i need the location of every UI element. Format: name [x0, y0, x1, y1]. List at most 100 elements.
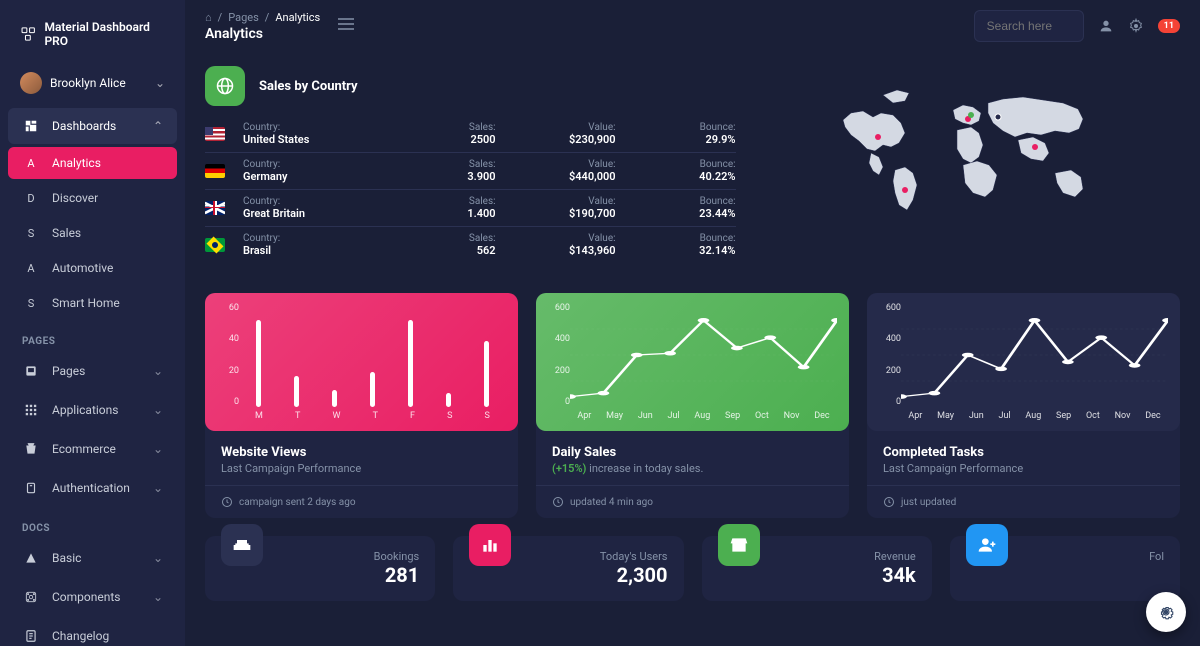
bar	[332, 390, 337, 407]
chart-area: 6040200 MTWTFSS	[205, 293, 518, 431]
globe-icon	[205, 66, 245, 106]
brand-logo-icon	[20, 25, 36, 43]
settings-fab[interactable]	[1146, 592, 1186, 632]
brand: Material Dashboard PRO	[8, 12, 177, 64]
chart-card-daily-sales: 6004002000 AprMayJunJulAugSepOctNovDec D…	[536, 293, 849, 518]
stat-value: 34k	[874, 563, 916, 587]
clock-icon	[221, 496, 233, 508]
nav-label: Discover	[52, 191, 98, 205]
chevron-down-icon: ⌄	[153, 551, 163, 565]
sidebar-item-pages[interactable]: Pages⌄	[8, 353, 177, 389]
sidebar-item-smart-home[interactable]: SSmart Home	[8, 287, 177, 319]
breadcrumb-current: Analytics	[275, 11, 320, 24]
sidebar-item-components[interactable]: Components⌄	[8, 579, 177, 615]
breadcrumb: ⌂ / Pages / Analytics	[205, 11, 320, 24]
settings-icon[interactable]	[1128, 18, 1144, 34]
bar	[256, 320, 261, 407]
chevron-down-icon: ⌄	[153, 403, 163, 417]
pages-icon	[22, 362, 40, 380]
chart-card-website-views: 6040200 MTWTFSS Website Views Last Campa…	[205, 293, 518, 518]
nav-label: Analytics	[52, 156, 101, 170]
chart-area: 6004002000 AprMayJunJulAugSepOctNovDec	[867, 293, 1180, 431]
basic-icon	[22, 549, 40, 567]
chart-footer: just updated	[867, 485, 1180, 518]
stat-card-revenue: Revenue 34k	[702, 536, 932, 601]
notification-badge[interactable]: 11	[1158, 19, 1180, 33]
chart-plot: AprMayJunJulAugSepOctNovDec	[570, 303, 837, 421]
chart-subtitle: Last Campaign Performance	[883, 462, 1164, 475]
stat-label: Today's Users	[600, 550, 668, 563]
chart-plot: AprMayJunJulAugSepOctNovDec	[901, 303, 1168, 421]
sidebar-item-basic[interactable]: Basic⌄	[8, 540, 177, 576]
chart-footer: updated 4 min ago	[536, 485, 849, 518]
bar	[446, 393, 451, 407]
stat-label: Revenue	[874, 550, 916, 563]
chart-plot: MTWTFSS	[239, 303, 506, 421]
bar	[370, 372, 375, 407]
nav-label: Pages	[52, 364, 85, 378]
bar	[484, 341, 489, 407]
bar	[408, 320, 413, 407]
chart-card-completed-tasks: 6004002000 AprMayJunJulAugSepOctNovDec C…	[867, 293, 1180, 518]
country-row: Country:Germany Sales:3.900 Value:$440,0…	[205, 153, 736, 190]
stat-value: 281	[374, 563, 420, 587]
y-axis: 6040200	[217, 303, 239, 421]
brand-title: Material Dashboard PRO	[44, 20, 165, 48]
stats-row: Bookings 281 Today's Users 2,300 Revenue…	[205, 536, 1180, 601]
chevron-down-icon: ⌄	[153, 442, 163, 456]
clock-icon	[883, 496, 895, 508]
chart-title: Daily Sales	[552, 445, 833, 460]
bar	[294, 376, 299, 407]
nav-label: Smart Home	[52, 296, 120, 310]
stat-value: 2,300	[600, 563, 668, 587]
nav-letter: A	[22, 157, 40, 170]
nav-letter: S	[22, 227, 40, 240]
authentication-icon	[22, 479, 40, 497]
sales-by-country: Sales by Country Country:United States S…	[205, 54, 1180, 275]
chart-subtitle: (+15%) increase in today sales.	[552, 462, 833, 475]
leaderboard-icon	[469, 524, 511, 566]
user-menu[interactable]: Brooklyn Alice ⌄	[8, 64, 177, 108]
sidebar-item-changelog[interactable]: Changelog	[8, 618, 177, 646]
home-icon[interactable]: ⌂	[205, 11, 212, 24]
sidebar-docs-heading: DOCS	[8, 509, 177, 540]
nav-label: Authentication	[52, 481, 130, 495]
x-axis: AprMayJunJulAugSepOctNovDec	[570, 411, 837, 421]
nav-label: Automotive	[52, 261, 113, 275]
weekend-icon	[221, 524, 263, 566]
nav-label: Applications	[52, 403, 118, 417]
chart-title: Website Views	[221, 445, 502, 460]
account-icon[interactable]	[1098, 18, 1114, 34]
components-icon	[22, 588, 40, 606]
sidebar-item-authentication[interactable]: Authentication ⌄	[8, 470, 177, 506]
store-icon	[718, 524, 760, 566]
chart-title: Completed Tasks	[883, 445, 1164, 460]
sidebar-item-discover[interactable]: DDiscover	[8, 182, 177, 214]
stat-label: Fol	[1149, 550, 1164, 563]
country-row: Country:United States Sales:2500 Value:$…	[205, 116, 736, 153]
nav-letter: A	[22, 262, 40, 275]
applications-icon	[22, 401, 40, 419]
page-title: Analytics	[205, 26, 320, 42]
sidebar-item-sales[interactable]: S Sales	[8, 217, 177, 249]
sidebar-section-dashboards[interactable]: Dashboards ⌃	[8, 108, 177, 144]
flag-us	[205, 127, 225, 141]
search-input[interactable]	[974, 10, 1084, 42]
sidebar-item-automotive[interactable]: A Automotive	[8, 252, 177, 284]
ecommerce-icon	[22, 440, 40, 458]
sidebar-item-ecommerce[interactable]: Ecommerce⌄	[8, 431, 177, 467]
person_add-icon	[966, 524, 1008, 566]
y-axis: 6004002000	[548, 303, 570, 421]
sidebar-item-applications[interactable]: Applications ⌄	[8, 392, 177, 428]
y-axis: 6004002000	[879, 303, 901, 421]
sales-by-country-title: Sales by Country	[259, 79, 358, 94]
nav-label: Components	[52, 590, 121, 604]
avatar	[20, 72, 42, 94]
world-map[interactable]	[756, 66, 1180, 263]
menu-toggle-icon[interactable]	[338, 18, 354, 34]
sidebar-item-analytics[interactable]: A Analytics	[8, 147, 177, 179]
breadcrumb-parent[interactable]: Pages	[228, 11, 259, 24]
nav-label: Sales	[52, 226, 81, 240]
flag-de	[205, 164, 225, 178]
chevron-down-icon: ⌄	[153, 481, 163, 495]
